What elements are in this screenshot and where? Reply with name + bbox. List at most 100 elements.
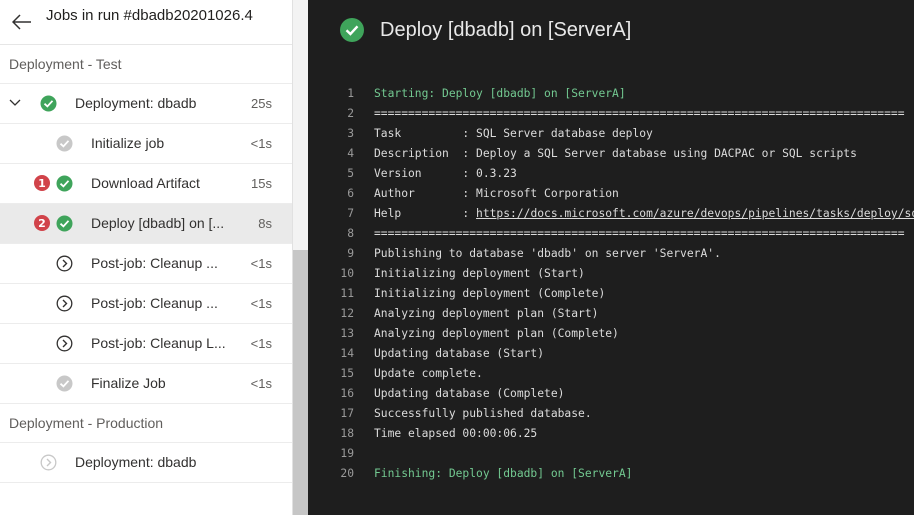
step-label: Post-job: Cleanup L... (91, 335, 226, 351)
line-number: 17 (340, 407, 354, 420)
job-row-production[interactable]: Deployment: dbadb (0, 443, 292, 483)
step-duration: <1s (250, 296, 272, 311)
log-text: Analyzing deployment plan (Complete) (374, 327, 619, 340)
callout-badge: 2 (34, 215, 50, 231)
line-number: 9 (347, 247, 354, 260)
line-number: 1 (347, 87, 354, 100)
step-duration: 8s (258, 216, 272, 231)
step-duration: 15s (251, 176, 272, 191)
job-row-test[interactable]: Deployment: dbadb 25s (0, 84, 292, 124)
step-row-deploy-dbadb[interactable]: 2 Deploy [dbadb] on [... 8s (0, 204, 292, 244)
not-started-icon (40, 454, 57, 471)
log-line: 16 Updating database (Complete) (308, 384, 914, 404)
log-line: 7 Help : https://docs.microsoft.com/azure… (308, 204, 914, 224)
log-text: Help : https://docs.microsoft.com/azure/… (374, 204, 914, 224)
line-number: 6 (347, 187, 354, 200)
step-row-post-job-cleanup-2[interactable]: Post-job: Cleanup ... <1s (0, 284, 292, 324)
step-label: Finalize Job (91, 375, 166, 391)
log-text: Successfully published database. (374, 407, 592, 420)
line-number: 19 (340, 447, 354, 460)
log-text: Version : 0.3.23 (374, 167, 517, 180)
scrollbar-thumb[interactable] (293, 250, 308, 515)
log-line: 20 Finishing: Deploy [dbadb] on [ServerA] (308, 464, 914, 484)
log-output: 1 Starting: Deploy [dbadb] on [ServerA] 2 =… (308, 84, 914, 484)
log-text: Description : Deploy a SQL Server databa… (374, 147, 857, 160)
step-row-download-artifact[interactable]: 1 Download Artifact 15s (0, 164, 292, 204)
step-duration: <1s (250, 256, 272, 271)
pending-circle-icon (56, 295, 73, 312)
line-number: 13 (340, 327, 354, 340)
jobs-scrollbar[interactable] (293, 0, 308, 515)
page-title: Jobs in run #dbadb20201026.4 (46, 6, 253, 24)
log-line: 13 Analyzing deployment plan (Complete) (308, 324, 914, 344)
log-text: Initializing deployment (Start) (374, 267, 585, 280)
step-row-post-job-cleanup-3[interactable]: Post-job: Cleanup L... <1s (0, 324, 292, 364)
stage-header-test: Deployment - Test (0, 45, 292, 84)
log-panel: Deploy [dbadb] on [ServerA] 1 Starting: D… (308, 0, 914, 515)
step-label: Initialize job (91, 135, 165, 151)
log-line: 2 =======================================… (308, 104, 914, 124)
log-title: Deploy [dbadb] on [ServerA] (380, 18, 632, 41)
job-duration: 25s (251, 96, 272, 111)
step-row-finalize-job[interactable]: Finalize Job <1s (0, 364, 292, 404)
line-number: 3 (347, 127, 354, 140)
log-text: Time elapsed 00:00:06.25 (374, 427, 538, 440)
log-line: 10 Initializing deployment (Start) (308, 264, 914, 284)
log-text: Updating database (Start) (374, 347, 545, 360)
log-line: 4 Description : Deploy a SQL Server datab… (308, 144, 914, 164)
log-text: Initializing deployment (Complete) (374, 287, 606, 300)
success-icon (56, 215, 73, 232)
log-text: Update complete. (374, 367, 483, 380)
success-icon (340, 18, 364, 42)
line-number: 15 (340, 367, 354, 380)
job-label: Deployment: dbadb (75, 95, 197, 111)
step-duration: <1s (250, 136, 272, 151)
success-icon (40, 95, 57, 112)
step-label: Download Artifact (91, 175, 200, 191)
log-line: 12 Analyzing deployment plan (Start) (308, 304, 914, 324)
log-text: ========================================… (374, 107, 905, 120)
step-duration: <1s (250, 336, 272, 351)
log-line: 11 Initializing deployment (Complete) (308, 284, 914, 304)
line-number: 2 (347, 107, 354, 120)
log-line: 14 Updating database (Start) (308, 344, 914, 364)
log-text: Task : SQL Server database deploy (374, 127, 653, 140)
line-number: 16 (340, 387, 354, 400)
log-text: Analyzing deployment plan (Start) (374, 307, 599, 320)
pending-circle-icon (56, 335, 73, 352)
log-line: 15 Update complete. (308, 364, 914, 384)
check-circle-gray-icon (56, 375, 73, 392)
log-line: 3 Task : SQL Server database deploy (308, 124, 914, 144)
jobs-panel: Jobs in run #dbadb20201026.4 Deployment … (0, 0, 293, 515)
step-label: Post-job: Cleanup ... (91, 255, 218, 271)
line-number: 14 (340, 347, 354, 360)
back-button[interactable] (0, 0, 44, 44)
job-label: Deployment: dbadb (75, 454, 197, 470)
log-text: ========================================… (374, 227, 905, 240)
log-text: Publishing to database 'dbadb' on server… (374, 247, 721, 260)
log-text: Author : Microsoft Corporation (374, 187, 619, 200)
log-line: 18 Time elapsed 00:00:06.25 (308, 424, 914, 444)
step-row-initialize-job[interactable]: Initialize job <1s (0, 124, 292, 164)
log-line: 17 Successfully published database. (308, 404, 914, 424)
log-line: 8 =======================================… (308, 224, 914, 244)
line-number: 8 (347, 227, 354, 240)
log-text: Updating database (Complete) (374, 387, 565, 400)
callout-badge: 1 (34, 175, 50, 191)
step-row-post-job-cleanup-1[interactable]: Post-job: Cleanup ... <1s (0, 244, 292, 284)
stage-header-production: Deployment - Production (0, 404, 292, 443)
log-line: 19 (308, 444, 914, 464)
line-number: 20 (340, 467, 354, 480)
log-text: Finishing: Deploy [dbadb] on [ServerA] (374, 467, 633, 480)
line-number: 11 (340, 287, 354, 300)
log-line: 6 Author : Microsoft Corporation (308, 184, 914, 204)
check-circle-gray-icon (56, 135, 73, 152)
arrow-left-icon (12, 14, 31, 30)
line-number: 7 (347, 207, 354, 220)
line-number: 12 (340, 307, 354, 320)
chevron-down-icon[interactable] (9, 97, 21, 109)
jobs-panel-header: Jobs in run #dbadb20201026.4 (0, 0, 292, 45)
success-icon (56, 175, 73, 192)
log-header: Deploy [dbadb] on [ServerA] (308, 0, 914, 60)
help-link[interactable]: https://docs.microsoft.com/azure/devops/… (476, 207, 914, 220)
